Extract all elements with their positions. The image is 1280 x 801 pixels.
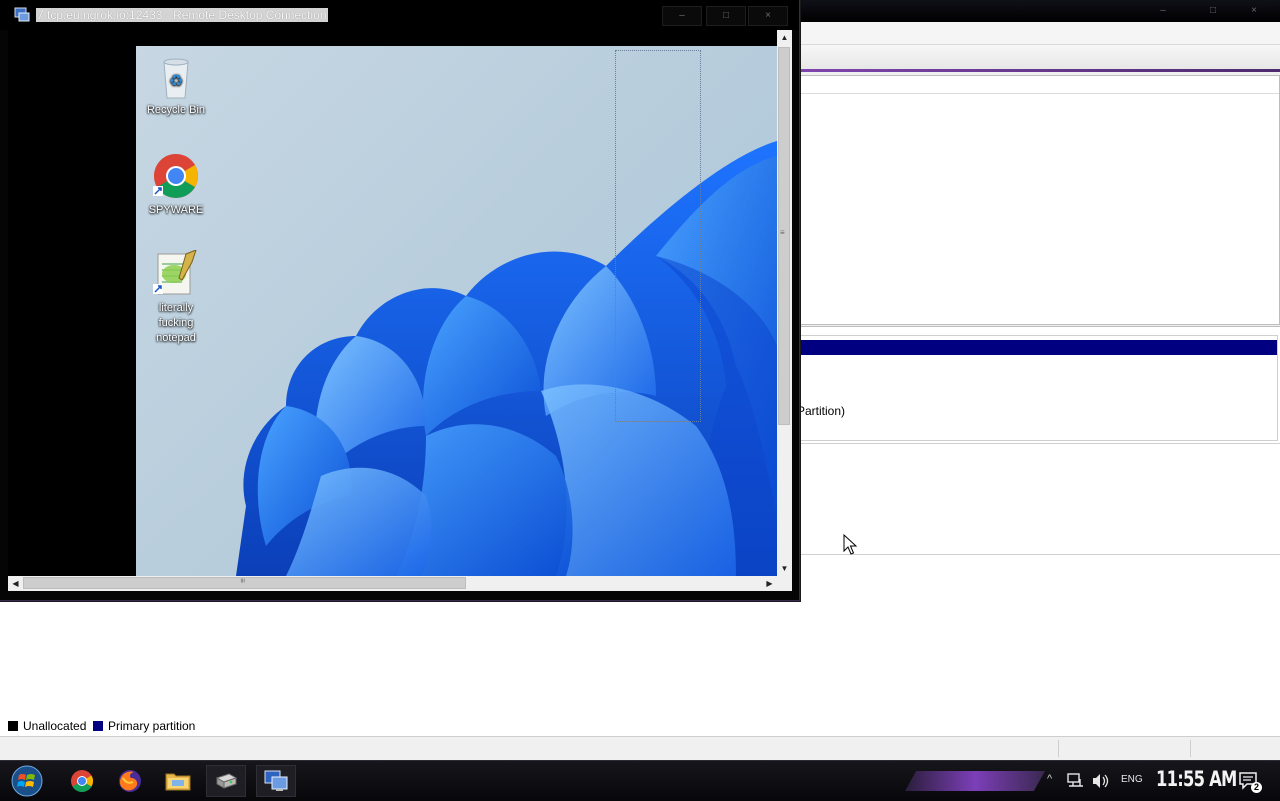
scroll-grip-icon: ≡ <box>780 228 785 237</box>
legend-label: Unallocated <box>23 719 87 733</box>
folder-icon <box>165 773 191 791</box>
desktop-icon-label: Recycle Bin <box>146 104 206 116</box>
status-segment <box>1058 740 1189 757</box>
disk-management-icon <box>215 773 238 789</box>
rdp-client-area[interactable]: ♻ Recycle Bin SPYWARE literally fucking … <box>8 30 777 576</box>
chrome-icon <box>153 154 198 198</box>
taskbar-file-explorer[interactable] <box>158 765 198 797</box>
selection-rectangle <box>615 50 701 422</box>
horizontal-scroll-thumb[interactable]: ≡ <box>23 577 466 589</box>
vertical-scrollbar[interactable]: ▲ ≡ ▼ <box>777 30 792 576</box>
desktop-icon-label: literally fucking notepad <box>156 302 196 344</box>
taskbar-clock[interactable]: 11:55 AM <box>1156 767 1237 791</box>
desktop-icon-spyware[interactable]: SPYWARE <box>136 152 216 218</box>
firefox-icon <box>119 770 141 792</box>
rdp-maximize-button[interactable]: □ <box>706 6 746 26</box>
scroll-grip-icon: ≡ <box>237 578 247 583</box>
legend-label: Primary partition <box>108 719 196 733</box>
rdp-titlebar[interactable]: 7.tcp.eu.ngrok.io:12433 - Remote Desktop… <box>0 0 799 30</box>
remote-desktop-view[interactable]: ♻ Recycle Bin SPYWARE literally fucking … <box>136 46 777 576</box>
network-icon[interactable] <box>1067 773 1085 789</box>
scroll-up-button[interactable]: ▲ <box>777 30 792 45</box>
svg-text:♻: ♻ <box>169 71 183 90</box>
status-segment <box>1190 740 1279 757</box>
bg-minimize-button[interactable]: – <box>1147 4 1179 18</box>
notepad-plus-icon <box>153 250 197 295</box>
desktop-icon-recycle-bin[interactable]: ♻ Recycle Bin <box>136 56 216 118</box>
rdp-window-title: 7.tcp.eu.ngrok.io:12433 - Remote Desktop… <box>36 8 328 22</box>
bg-close-button[interactable]: × <box>1238 4 1270 18</box>
horizontal-scrollbar[interactable]: ◀ ≡ ▶ <box>8 576 777 591</box>
windows-orb-icon <box>11 765 43 797</box>
desktop-icon-label: SPYWARE <box>148 204 204 216</box>
bg-maximize-button[interactable]: □ <box>1197 4 1229 18</box>
rdp-minimize-button[interactable]: – <box>662 6 702 26</box>
primary-partition-swatch <box>93 721 103 731</box>
taskbar-remote-desktop[interactable] <box>256 765 296 797</box>
chrome-icon <box>71 770 93 792</box>
recycle-bin-icon: ♻ <box>163 58 189 99</box>
tray-overflow-button[interactable]: ^ <box>1047 773 1052 785</box>
rdp-close-button[interactable]: × <box>748 6 788 26</box>
scroll-down-button[interactable]: ▼ <box>777 561 792 576</box>
taskbar-chrome[interactable] <box>62 765 102 797</box>
notification-count-badge: 2 <box>1251 782 1262 793</box>
unallocated-swatch <box>8 721 18 731</box>
volume-icon[interactable] <box>1092 773 1110 789</box>
desktop-icon-notepad[interactable]: literally fucking notepad <box>136 250 216 346</box>
partition-legend: Unallocated Primary partition <box>0 718 1280 736</box>
remote-desktop-icon <box>264 770 288 791</box>
scroll-right-button[interactable]: ▶ <box>762 576 777 591</box>
taskbar-accent-glow <box>905 771 1045 791</box>
start-button[interactable] <box>6 765 48 797</box>
scroll-corner <box>777 576 792 591</box>
status-bar <box>0 736 1280 760</box>
remote-desktop-icon[interactable] <box>14 7 30 23</box>
taskbar-disk-management[interactable] <box>206 765 246 797</box>
legend-unallocated: Unallocated <box>8 719 86 733</box>
primary-partition-bar <box>791 340 1277 355</box>
scroll-left-button[interactable]: ◀ <box>8 576 23 591</box>
remote-desktop-window[interactable]: 7.tcp.eu.ngrok.io:12433 - Remote Desktop… <box>0 0 800 601</box>
vertical-scroll-thumb[interactable]: ≡ <box>778 47 790 425</box>
mouse-cursor-icon <box>843 534 857 555</box>
partition-type-text: Partition) <box>797 404 846 418</box>
taskbar: ^ ENG 11:55 AM 2 <box>0 760 1280 801</box>
taskbar-firefox[interactable] <box>110 765 150 797</box>
input-language-indicator[interactable]: ENG <box>1121 774 1143 785</box>
legend-primary-partition: Primary partition <box>93 719 195 733</box>
disk-partition-block[interactable]: Partition) <box>790 335 1278 441</box>
